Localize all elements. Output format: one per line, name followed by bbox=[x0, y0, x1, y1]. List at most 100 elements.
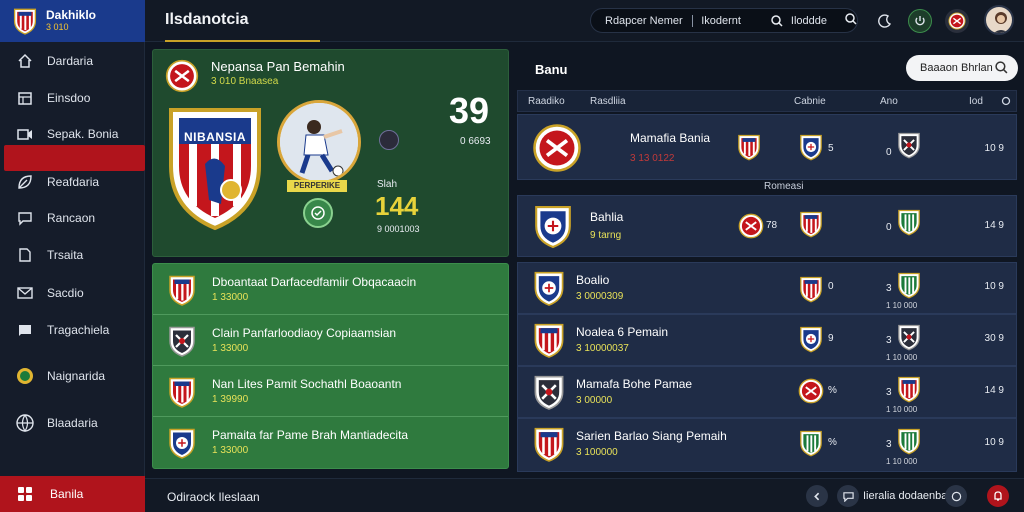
club-crest-icon bbox=[12, 6, 38, 36]
row-name: Noalea 6 Pemain bbox=[576, 325, 669, 339]
sidebar-item-3[interactable]: Reafdaria bbox=[0, 168, 145, 196]
sidebar-item-9[interactable]: Blaadaria bbox=[0, 409, 145, 437]
row-n2: 0 bbox=[886, 147, 892, 158]
bottom-bar: Odiraock Ileslaan Iieralia dodaenbar bbox=[145, 478, 1024, 512]
club-badge-icon[interactable] bbox=[945, 9, 969, 33]
column-header[interactable]: Rasdliia bbox=[590, 96, 626, 107]
moon-icon[interactable] bbox=[873, 9, 897, 33]
search-segment-2[interactable]: Ikodernt bbox=[701, 15, 757, 27]
column-header[interactable]: Ano bbox=[880, 96, 898, 107]
club-badge-icon bbox=[798, 133, 824, 161]
message-icon[interactable] bbox=[945, 485, 967, 507]
club-badge-icon bbox=[896, 271, 922, 299]
stat-label: Slah bbox=[377, 179, 398, 190]
search-segment-3[interactable]: Iloddde bbox=[771, 15, 827, 27]
sidebar-item-6[interactable]: Sacdio bbox=[0, 279, 145, 307]
list-item-title: Clain Panfarloodiaoy Copiaamsian bbox=[212, 326, 397, 340]
sidebar-item-0[interactable]: Dardaria bbox=[0, 47, 145, 75]
top-search-bar[interactable]: Rdapcer Nemer Ikodernt Iloddde bbox=[590, 8, 858, 33]
settings-icon[interactable] bbox=[1001, 96, 1011, 109]
table-row[interactable]: Bahlia 9 tarng 78 0 14 9 bbox=[517, 195, 1017, 257]
table-row[interactable]: Noalea 6 Pemain 3 10000037 9 3 1 10 000 … bbox=[517, 314, 1017, 366]
list-item[interactable]: Dboantaat Darfacedfamiir Obqacaacin 1 33… bbox=[153, 264, 508, 315]
section-label: Romeasi bbox=[764, 181, 804, 192]
list-item[interactable]: Nan Lites Pamit Sochathl Boaoantn 1 3999… bbox=[153, 366, 508, 417]
list-item[interactable]: Pamaita far Pame Brah Mantiadecita 1 330… bbox=[153, 417, 508, 468]
club-crest-icon bbox=[532, 373, 566, 411]
notification-icon[interactable] bbox=[987, 485, 1009, 507]
sidebar-footer-button[interactable]: Banila bbox=[0, 476, 145, 512]
row-n1: 5 bbox=[828, 143, 834, 154]
mail-icon bbox=[16, 284, 34, 302]
opponent-badge-icon bbox=[379, 130, 399, 150]
table-row[interactable]: Mamafia Bania 3 13 0122 5 0 10 9 bbox=[517, 114, 1017, 180]
stat-value: 144 bbox=[375, 191, 419, 221]
table-row[interactable]: Mamafa Bohe Pamae 3 00000 % 3 1 10 000 1… bbox=[517, 366, 1017, 418]
row-sub: 3 0000309 bbox=[576, 291, 624, 302]
panel-search-placeholder: Baaaon Bhrlan bbox=[920, 62, 993, 74]
leaf-icon bbox=[16, 173, 34, 191]
sidebar-item-2[interactable]: Sepak. Bonia bbox=[0, 120, 145, 148]
grid-icon bbox=[18, 487, 32, 501]
row-sub: 3 10000037 bbox=[576, 343, 629, 354]
confirm-button[interactable] bbox=[303, 198, 333, 228]
club-badge-icon bbox=[798, 377, 824, 405]
sidebar-item-label: Einsdoo bbox=[47, 91, 91, 105]
column-header[interactable]: Cabnie bbox=[794, 96, 826, 107]
sidebar-item-label: Sacdio bbox=[47, 286, 84, 300]
row-sub: 3 100000 bbox=[576, 447, 618, 458]
sidebar-item-4[interactable]: Rancaon bbox=[0, 204, 145, 232]
sidebar-item-5[interactable]: Trsaita bbox=[0, 241, 145, 269]
row-right-value: 10 9 bbox=[984, 143, 1004, 154]
search-submit-icon[interactable] bbox=[845, 13, 857, 28]
globe-icon bbox=[16, 414, 34, 432]
chat-icon bbox=[16, 209, 34, 227]
list-item[interactable]: Clain Panfarloodiaoy Copiaamsian 1 33000 bbox=[153, 315, 508, 366]
list-item-title: Pamaita far Pame Brah Mantiadecita bbox=[212, 428, 409, 442]
featured-match-card[interactable]: Nepansa Pan Bemahin 3 010 Bnaasea NIBANS… bbox=[152, 49, 509, 257]
search-segment-1[interactable]: Rdapcer Nemer bbox=[591, 15, 692, 27]
page-title: Ilsdanotcia bbox=[165, 11, 249, 28]
row-n2: 3 bbox=[886, 439, 892, 450]
video-icon bbox=[16, 125, 34, 143]
search-icon bbox=[771, 14, 783, 27]
club-crest-icon bbox=[532, 321, 566, 359]
row-name: Bahlia bbox=[590, 210, 624, 224]
power-icon[interactable] bbox=[908, 9, 932, 33]
club-crest-icon bbox=[167, 273, 197, 307]
club-badge-icon bbox=[736, 133, 762, 161]
club-logo-icon bbox=[16, 367, 34, 385]
column-header[interactable]: Raadiko bbox=[528, 96, 565, 107]
chat-icon[interactable] bbox=[837, 485, 859, 507]
sidebar-item-label: Tragachiela bbox=[47, 323, 110, 337]
column-header[interactable]: Iod bbox=[969, 96, 983, 107]
panel-search-input[interactable]: Baaaon Bhrlan bbox=[906, 55, 1018, 81]
stat-subtext: 9 0001003 bbox=[377, 224, 420, 234]
top-bar: Ilsdanotcia Rdapcer Nemer Ikodernt Ilodd… bbox=[145, 0, 1024, 42]
featured-subtitle: 3 010 Bnaasea bbox=[211, 76, 279, 87]
sidebar-item-8[interactable]: Naignarida bbox=[0, 362, 145, 390]
row-n1: 78 bbox=[766, 220, 778, 231]
row-meta: 1 10 000 bbox=[886, 353, 918, 362]
table-row[interactable]: Sarien Barlao Siang Pemaih 3 100000 % 3 … bbox=[517, 418, 1017, 472]
panel-title: Banu bbox=[535, 62, 568, 77]
brand[interactable]: Dakhiklo 3 010 bbox=[0, 0, 145, 42]
club-badge-icon bbox=[896, 375, 922, 403]
sidebar-item-7[interactable]: Tragachiela bbox=[0, 316, 145, 344]
row-right-value: 10 9 bbox=[984, 437, 1004, 448]
table-row[interactable]: Boalio 3 0000309 0 3 1 10 000 10 9 bbox=[517, 262, 1017, 314]
row-n2: 3 bbox=[886, 283, 892, 294]
club-badge-icon bbox=[896, 131, 922, 159]
row-sub: 3 13 0122 bbox=[630, 153, 675, 164]
club-crest-icon bbox=[167, 375, 197, 409]
app-root: Dakhiklo 3 010 Dardaria Einsdoo Sepak. B… bbox=[0, 0, 1024, 512]
sidebar-item-1[interactable]: Einsdoo bbox=[0, 84, 145, 112]
calendar-icon bbox=[16, 89, 34, 107]
back-icon[interactable] bbox=[806, 485, 828, 507]
row-name: Mamafa Bohe Pamae bbox=[576, 377, 693, 391]
title-underline bbox=[165, 40, 320, 42]
row-meta: 1 10 000 bbox=[886, 405, 918, 414]
user-avatar[interactable] bbox=[984, 5, 1014, 35]
row-right-value: 14 9 bbox=[984, 385, 1004, 396]
match-list: Dboantaat Darfacedfamiir Obqacaacin 1 33… bbox=[152, 263, 509, 469]
